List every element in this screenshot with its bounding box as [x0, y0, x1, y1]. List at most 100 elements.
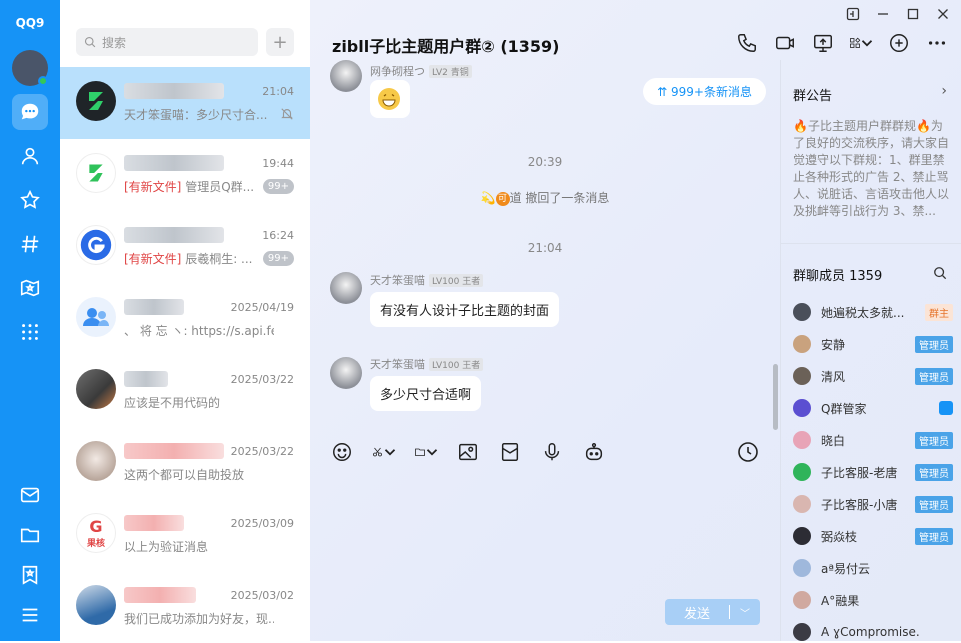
member-role-badge: 管理员	[915, 335, 953, 353]
member-item[interactable]: aª易付云	[793, 557, 953, 579]
robot-assistant-button[interactable]	[582, 440, 606, 464]
scissors-icon	[373, 447, 382, 457]
member-item[interactable]: 子比客服-小唐 管理员	[793, 493, 953, 515]
conversation-name-blurred	[124, 227, 224, 243]
send-file-button[interactable]	[414, 440, 438, 464]
chat-header-actions	[735, 32, 949, 54]
red-packet-button[interactable]	[498, 440, 522, 464]
member-name: 子比客服-小唐	[821, 497, 898, 512]
message-list[interactable]: 网争砌程つ LV2 青铜 ⇈ 999+条新消息 20:39 💫 可道 撤回了一条消…	[310, 60, 780, 432]
send-options-chevron-icon[interactable]: ﹀	[730, 605, 760, 620]
minimize-icon	[878, 13, 888, 15]
announcement-text[interactable]: 🔥子比主题用户群群规🔥为了良好的交流秩序，请大家自觉遵守以下群规：1、群里禁止各…	[793, 118, 953, 220]
double-up-arrow-icon: ⇈	[657, 85, 668, 99]
conversation-item[interactable]: 2025/03/22 这两个都可以自助投放	[60, 427, 310, 499]
conversation-item[interactable]: G 果核 2025/03/09 以上为验证消息	[60, 499, 310, 571]
files-nav-button[interactable]	[12, 517, 48, 553]
image-icon	[459, 443, 477, 461]
maximize-button[interactable]	[905, 6, 921, 22]
chevron-right-icon[interactable]: ›	[941, 83, 947, 99]
messages-nav-button[interactable]	[12, 94, 48, 130]
sender-avatar[interactable]	[330, 60, 362, 92]
conversation-item[interactable]: 16:24 [有新文件] 辰羲桐生: ... 99+	[60, 211, 310, 283]
member-item[interactable]: 清风 管理员	[793, 365, 953, 387]
g-logo-icon	[80, 229, 112, 261]
announcement-title[interactable]: 群公告	[793, 85, 832, 104]
online-status-dot	[38, 76, 48, 86]
unread-badge: 99+	[262, 179, 294, 194]
more-button[interactable]	[925, 32, 949, 54]
pin-window-button[interactable]	[845, 6, 861, 22]
conversation-avatar: G 果核	[76, 513, 116, 553]
recall-text: 道 撤回了一条消息	[509, 191, 610, 205]
apps-button[interactable]	[849, 32, 873, 54]
time-separator: 20:39	[527, 155, 563, 169]
member-role-badge: 管理员	[915, 367, 953, 385]
conversation-time: 19:44	[262, 157, 294, 170]
member-item[interactable]: 弼焱枝 管理员	[793, 525, 953, 547]
close-button[interactable]	[935, 6, 951, 22]
sender-avatar[interactable]	[330, 272, 362, 304]
conversation-time: 2025/03/02	[230, 589, 294, 602]
apps-nav-button[interactable]	[12, 314, 48, 350]
send-button[interactable]: 发送 ﹀	[665, 599, 760, 625]
member-name: 清风	[821, 369, 846, 384]
sender-avatar[interactable]	[330, 357, 362, 389]
send-image-button[interactable]	[456, 440, 480, 464]
member-item[interactable]: 安静 管理员	[793, 333, 953, 355]
members-title: 群聊成员 1359	[793, 269, 883, 284]
search-input[interactable]: 搜索	[76, 28, 258, 56]
input-toolbar	[330, 440, 606, 464]
member-item[interactable]: A ɣCompromise.	[793, 621, 953, 643]
send-label: 发送	[683, 606, 710, 622]
conversation-avatar	[76, 585, 116, 625]
favorites-nav-button[interactable]	[12, 182, 48, 218]
conversation-item[interactable]: 2025/03/22 应该是不用代码的	[60, 355, 310, 427]
member-item[interactable]: Q群管家	[793, 397, 953, 419]
emoji-message[interactable]	[370, 80, 410, 118]
unread-badge: 99+	[262, 251, 294, 266]
video-call-button[interactable]	[773, 32, 797, 54]
my-avatar[interactable]	[12, 50, 48, 86]
voice-message-button[interactable]	[540, 440, 564, 464]
screenshot-button[interactable]	[372, 440, 396, 464]
conversation-item[interactable]: 19:44 [有新文件] 管理员Q群... 99+	[60, 139, 310, 211]
mail-nav-button[interactable]	[12, 477, 48, 513]
conversation-time: 16:24	[262, 229, 294, 242]
member-role-badge: 管理员	[915, 463, 953, 481]
create-button[interactable]: +	[266, 28, 294, 56]
search-icon[interactable]	[933, 266, 947, 280]
conversation-preview: 、 将 忘 ヽ: https://s.api.fe...	[124, 324, 274, 338]
add-member-button[interactable]	[887, 32, 911, 54]
member-item[interactable]: 晓白 管理员	[793, 429, 953, 451]
new-messages-button[interactable]: ⇈ 999+条新消息	[643, 78, 766, 105]
conversation-item[interactable]: 2025/04/19 、 将 忘 ヽ: https://s.api.fe...	[60, 283, 310, 355]
message-bubble[interactable]: 有没有人设计子比主题的封面	[370, 292, 560, 327]
explore-nav-button[interactable]	[12, 270, 48, 306]
voice-call-button[interactable]	[735, 32, 759, 54]
bot-badge-icon	[939, 401, 953, 415]
conversation-item[interactable]: 2025/03/02 我们已成功添加为好友，现...	[60, 571, 310, 643]
contacts-nav-button[interactable]	[12, 138, 48, 174]
group-title[interactable]: zibll子比主题用户群② (1359)	[332, 33, 560, 57]
member-item[interactable]: 子比客服-老唐 管理员	[793, 461, 953, 483]
video-icon	[776, 36, 794, 50]
pin-window-icon	[846, 7, 860, 21]
history-clock-icon[interactable]	[736, 440, 760, 464]
member-item[interactable]: 她遍税太多就... 群主	[793, 301, 953, 323]
main-menu-button[interactable]	[12, 597, 48, 633]
conversation-preview: [有新文件] 管理员Q群...	[124, 178, 274, 195]
microphone-icon	[544, 443, 560, 461]
member-item[interactable]: A°融果	[793, 589, 953, 611]
screen-share-button[interactable]	[811, 32, 835, 54]
minimize-button[interactable]	[875, 6, 891, 22]
member-name: A ɣCompromise.	[821, 625, 920, 639]
member-avatar	[793, 527, 811, 545]
zibll-logo-icon	[89, 164, 103, 182]
bookmarks-nav-button[interactable]	[12, 557, 48, 593]
conversation-item[interactable]: 21:04 天才笨蛋喵：多少尺寸合...	[60, 67, 310, 139]
channels-nav-button[interactable]	[12, 226, 48, 262]
message-scrollbar[interactable]	[773, 364, 778, 430]
emoji-button[interactable]	[330, 440, 354, 464]
message-bubble[interactable]: 多少尺寸合适啊	[370, 376, 482, 411]
